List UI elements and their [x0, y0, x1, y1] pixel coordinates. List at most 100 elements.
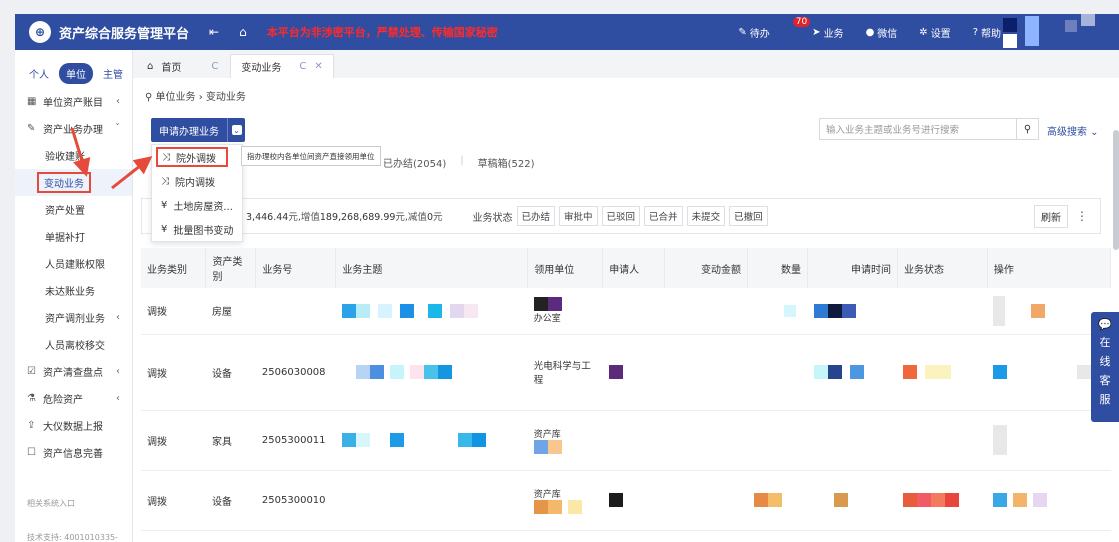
col-asset-type[interactable]: 资产类别 [205, 248, 257, 288]
sidebar-item-label: 未达账业务 [45, 287, 95, 298]
col-receiving-unit[interactable]: 领用单位 [527, 248, 604, 288]
col-quantity[interactable]: 数量 [747, 248, 809, 288]
status-filter-completed[interactable]: 已办结 [516, 206, 556, 226]
col-business-type[interactable]: 业务类别 [141, 248, 207, 288]
menu-item-internal-transfer[interactable]: ⤨ 院内调拨 [152, 169, 242, 193]
cell-type: 调拨 [141, 410, 206, 471]
service-char: 服 [1099, 393, 1111, 406]
table-row[interactable]: 调拨 房屋 办公室 [141, 288, 1111, 335]
yen-icon: ¥ [161, 199, 168, 211]
status-filter-rejected[interactable]: 已驳回 [601, 206, 641, 226]
user-avatar-mosaic[interactable] [1003, 14, 1119, 50]
role-tab-personal[interactable]: 个人 [25, 64, 53, 83]
sidebar-item-label: 资产业务办理 [43, 125, 103, 136]
col-business-no[interactable]: 业务号 [255, 248, 337, 288]
home-icon[interactable]: ⌂ [239, 25, 247, 39]
settings-label: 设置 [930, 28, 951, 40]
cell-number [255, 288, 336, 335]
apply-dropdown-toggle[interactable]: ⌄ [227, 118, 245, 142]
col-apply-time[interactable]: 申请时间 [807, 248, 898, 288]
menu-item-external-transfer[interactable]: ⤨ 院外调拨 [156, 147, 228, 167]
sidebar-item-instrument-report[interactable]: ⇪ 大仪数据上报 [15, 412, 132, 439]
sidebar-item-reprint[interactable]: 单据补打 [15, 223, 132, 250]
menu-item-book-batch[interactable]: ¥ 批量图书变动 [152, 217, 242, 241]
sidebar-item-info-complete[interactable]: ☐ 资产信息完善 [15, 439, 132, 466]
sidebar-item-change-business[interactable]: 变动业务 [15, 169, 132, 196]
apply-business-label[interactable]: 申请办理业务 [151, 118, 227, 142]
filter-tab-completed[interactable]: 已办结(2054) [383, 155, 446, 170]
cell-quantity [747, 288, 808, 335]
menu-item-label: 院外调拨 [176, 153, 216, 165]
advanced-search-link[interactable]: 高级搜索 ⌄ [1047, 123, 1099, 138]
cell-status [897, 288, 988, 335]
home-icon: ⌂ [147, 60, 154, 72]
search-input[interactable]: 输入业务主题或业务号进行搜索 [819, 118, 1017, 140]
tab-home[interactable]: ⌂ 首页 C [137, 54, 229, 78]
cell-time [807, 288, 898, 335]
help-button[interactable]: ? 帮助 [973, 25, 1001, 40]
summary-status-bar: 3,446.44元,增值189,268,689.99元,减值0元 业务状态 已办… [141, 198, 1101, 234]
sidebar-item-acceptance[interactable]: 验收建账 [15, 142, 132, 169]
cell-unit: 办公室 [527, 288, 603, 335]
grid-icon: ▦ [27, 96, 37, 107]
breadcrumb-text: 单位业务 › 变动业务 [155, 92, 246, 103]
cell-number: 2505300010 [255, 470, 336, 531]
status-label: 业务状态 [472, 212, 513, 224]
sidebar-item-staff-permission[interactable]: 人员建账权限 [15, 250, 132, 277]
col-applicant[interactable]: 申请人 [602, 248, 666, 288]
col-actions: 操作 [987, 248, 1112, 288]
close-icon[interactable]: ✕ [314, 61, 322, 72]
col-subject[interactable]: 业务主题 [335, 248, 529, 288]
status-filter-merged[interactable]: 已合并 [644, 206, 683, 226]
sidebar-item-hazardous[interactable]: ⚗ 危险资产 ‹ [15, 385, 132, 412]
cell-unit: 资产库 [527, 410, 603, 471]
cell-amount [664, 334, 748, 411]
location-icon: ⚲ [145, 92, 156, 103]
cell-category: 设备 [205, 334, 256, 411]
cell-type: 调拨 [141, 334, 206, 411]
gear-icon: ✲ [919, 26, 928, 38]
table-row[interactable]: 调拨 设备 2506030008 光电科学与工程 [141, 334, 1111, 411]
apply-business-menu: ⤨ 院外调拨 ⤨ 院内调拨 ¥ 土地房屋资... ¥ 批量图书变动 [151, 144, 243, 242]
sidebar-item-asset-business[interactable]: ✎ 资产业务办理 ˇ [15, 115, 132, 142]
status-filter-approving[interactable]: 审批中 [559, 206, 598, 226]
sidebar-item-handover[interactable]: 人员离校移交 [15, 331, 132, 358]
col-status[interactable]: 业务状态 [897, 248, 988, 288]
role-tab-unit[interactable]: 单位 [59, 62, 93, 84]
sidebar-item-pending[interactable]: 未达账业务 [15, 277, 132, 304]
todo-button[interactable]: ✎ 待办 70 [738, 17, 811, 40]
sidebar-item-unit-accounts[interactable]: ▦ 单位资产账目 ‹ [15, 88, 132, 115]
increase-value: 189,268,689.99 [319, 212, 396, 223]
role-tab-supervisor[interactable]: 主管 [99, 64, 127, 83]
cell-quantity [747, 410, 808, 471]
service-char: 在 [1099, 336, 1111, 349]
col-change-amount[interactable]: 变动金额 [664, 248, 749, 288]
cell-quantity [747, 334, 808, 411]
search-button[interactable]: ⚲ [1017, 118, 1039, 140]
online-service-button[interactable]: 💬 在 线 客 服 [1091, 312, 1119, 422]
related-systems-link[interactable]: 相关系统入口 [27, 498, 75, 509]
status-filter-unsubmitted[interactable]: 未提交 [686, 206, 726, 226]
sidebar-item-inventory[interactable]: ☑ 资产清查盘点 ‹ [15, 358, 132, 385]
wechat-button[interactable]: ● 微信 [866, 25, 898, 40]
breadcrumb: ⚲ 单位业务 › 变动业务 [145, 88, 246, 103]
menu-item-land-house[interactable]: ¥ 土地房屋资... [152, 193, 242, 217]
refresh-icon[interactable]: C [299, 61, 306, 72]
more-options-icon[interactable]: ⋮ [1076, 209, 1088, 223]
refresh-icon[interactable]: C [211, 61, 218, 72]
tab-change-business[interactable]: 变动业务 C ✕ [230, 54, 334, 78]
status-filter-withdrawn[interactable]: 已撤回 [729, 206, 768, 226]
table-row[interactable]: 调拨 家具 2505300011 资产库 [141, 410, 1111, 471]
chevron-left-icon: ‹ [116, 96, 120, 107]
refresh-button[interactable]: 刷新 [1034, 204, 1068, 228]
pencil-icon: ✎ [27, 123, 36, 134]
vertical-scrollbar[interactable] [1113, 130, 1119, 250]
sidebar-item-disposal[interactable]: 资产处置 [15, 196, 132, 223]
collapse-sidebar-icon[interactable]: ⇤ [209, 25, 219, 39]
apply-business-button[interactable]: 申请办理业务 ⌄ [151, 118, 245, 142]
table-row[interactable]: 调拨 设备 2505300010 资产库 [141, 470, 1111, 531]
sidebar-item-adjustment[interactable]: 资产调剂业务 ‹ [15, 304, 132, 331]
business-button[interactable]: ➤ 业务 [812, 25, 843, 40]
settings-button[interactable]: ✲ 设置 [919, 25, 950, 40]
filter-tab-drafts[interactable]: 草稿箱(522) [478, 155, 535, 170]
